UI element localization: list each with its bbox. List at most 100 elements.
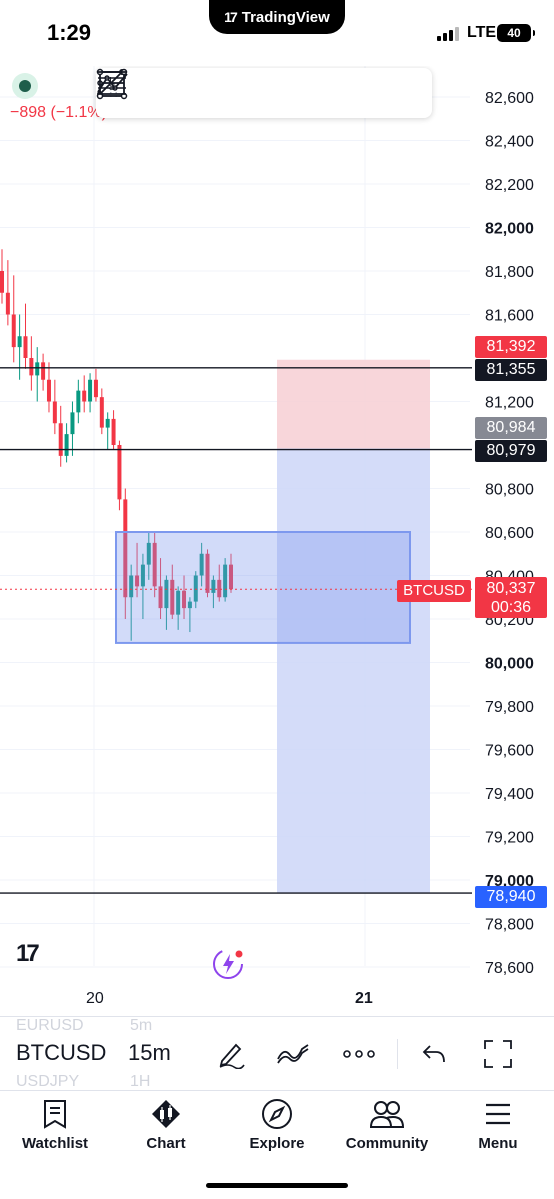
price-axis-label: 80,600 (485, 525, 534, 542)
hamburger-menu-icon (481, 1097, 515, 1131)
divider (397, 1039, 398, 1069)
price-change: −898 (−1.1%) (10, 104, 107, 121)
prev-symbol-hint[interactable]: EURUSD (16, 1017, 84, 1035)
candle-body (64, 434, 69, 456)
risk-zone (277, 359, 430, 449)
current-price-value: 80,337 (486, 580, 536, 597)
community-icon (370, 1097, 404, 1131)
nav-label-chart: Chart (146, 1135, 186, 1152)
pen-drawing-icon[interactable] (214, 1037, 248, 1071)
nav-watchlist[interactable]: Watchlist (0, 1097, 110, 1157)
home-indicator (206, 1183, 348, 1188)
nav-label-menu: Menu (478, 1135, 518, 1152)
time-axis-label-21: 21 (355, 990, 373, 1007)
nav-chart[interactable]: Chart (111, 1097, 221, 1157)
watchlist-icon (38, 1097, 72, 1131)
price-axis-label: 80,000 (485, 656, 534, 673)
resistance-line-price-tag[interactable]: 81,355 (475, 359, 547, 381)
prev-interval-hint[interactable]: 5m (130, 1017, 152, 1035)
candle-body (5, 292, 10, 315)
stop-price-tag[interactable]: 81,392 (475, 336, 547, 358)
svg-text:L: L (109, 76, 115, 87)
candle-body (70, 412, 75, 435)
candle-body (29, 358, 34, 376)
indicators-icon[interactable] (276, 1037, 310, 1071)
time-axis-label-20: 20 (86, 990, 104, 1007)
short-position-tool-icon[interactable]: S (98, 68, 376, 118)
candle-body (52, 401, 57, 424)
target-price-tag[interactable]: 78,940 (475, 886, 547, 908)
trend-line-tool-icon[interactable] (97, 68, 226, 118)
price-axis-label: 81,600 (485, 308, 534, 325)
candle-body (117, 445, 122, 500)
app-pill-label: TradingView (241, 8, 330, 26)
horizontal-line-tool-icon[interactable] (97, 68, 176, 118)
nav-label-explore: Explore (249, 1135, 305, 1152)
compass-icon (260, 1097, 294, 1131)
nav-explore[interactable]: Explore (222, 1097, 332, 1157)
bar-countdown: 00:36 (490, 599, 532, 616)
price-axis-label: 80,800 (485, 482, 534, 499)
sparkle-icon (213, 949, 243, 979)
candle-body (105, 418, 110, 428)
long-position-tool-icon[interactable]: L (98, 68, 426, 118)
candle-body (58, 423, 63, 456)
candle-body (93, 379, 98, 398)
nav-label-watchlist: Watchlist (21, 1135, 89, 1152)
price-axis-label: 78,800 (485, 917, 534, 934)
rectangle-tool-icon[interactable] (96, 68, 276, 118)
candle-body (41, 362, 46, 380)
clock: 1:29 (47, 20, 92, 45)
nav-menu[interactable]: Menu (443, 1097, 553, 1157)
current-price-tag: 80,337 00:36 (475, 577, 547, 618)
interval-selector[interactable]: 15m (128, 1040, 171, 1066)
symbol-price-label: BTCUSD (397, 580, 471, 602)
price-axis-label: 79,600 (485, 743, 534, 760)
undo-icon[interactable] (417, 1037, 451, 1071)
nav-community[interactable]: Community (332, 1097, 442, 1157)
signal-icon (437, 27, 459, 41)
ai-assistant-button[interactable] (210, 946, 246, 982)
candle-body (46, 379, 51, 402)
symbol-bar: EURUSD 5m BTCUSD 15m USDJPY 1H (0, 1016, 554, 1090)
entry-line-price-tag[interactable]: 80,979 (475, 440, 547, 462)
candle-body (88, 379, 93, 402)
reward-zone (277, 448, 430, 894)
candle-body (82, 390, 87, 402)
next-symbol-hint[interactable]: USDJPY (16, 1073, 79, 1091)
price-axis-label: 82,400 (485, 134, 534, 151)
tradingview-watermark-icon: 17 (16, 940, 40, 967)
candle-body (0, 271, 4, 293)
candle-body (35, 362, 40, 376)
candle-body (76, 390, 81, 413)
next-interval-hint[interactable]: 1H (130, 1073, 150, 1091)
bottom-navigation: Watchlist Chart Explore Community Menu (0, 1090, 554, 1199)
price-axis: 82,600 82,400 82,200 82,000 81,800 81,600 81,2… (485, 90, 534, 977)
status-bar: 1:29 17 TradingView LTE 40 (0, 0, 554, 66)
range-box (115, 531, 411, 644)
price-axis-label: 81,800 (485, 264, 534, 281)
fullscreen-icon[interactable] (481, 1037, 515, 1071)
price-axis-label: 79,200 (485, 830, 534, 847)
entry-price-tag[interactable]: 80,984 (475, 417, 547, 439)
battery-icon: 40 (497, 24, 535, 42)
candle-body (23, 336, 28, 358)
price-chart[interactable]: 82,600 82,400 82,200 82,000 81,800 81,600 81,2… (0, 66, 554, 1016)
nav-label-community: Community (345, 1135, 429, 1152)
app-pill: 17 TradingView (209, 0, 345, 34)
price-axis-label: 79,800 (485, 699, 534, 716)
symbol-selector[interactable]: BTCUSD (16, 1040, 106, 1066)
drawing-toolbar: ⁞⁞ S L (96, 68, 432, 118)
price-axis-label: 79,400 (485, 786, 534, 803)
price-axis-label: 81,200 (485, 395, 534, 412)
price-axis-label: 82,000 (485, 221, 534, 238)
tradingview-logo-icon: 17 (224, 9, 238, 25)
candle-body (111, 418, 116, 445)
path-tool-icon[interactable] (97, 68, 326, 118)
candle-body (17, 336, 22, 348)
more-options-icon[interactable] (342, 1037, 376, 1071)
network-label: LTE (467, 24, 497, 41)
price-axis-label: 82,200 (485, 177, 534, 194)
chart-icon (149, 1097, 183, 1131)
chart-area[interactable]: 82,600 82,400 82,200 82,000 81,800 81,600 81,2… (0, 66, 554, 1016)
